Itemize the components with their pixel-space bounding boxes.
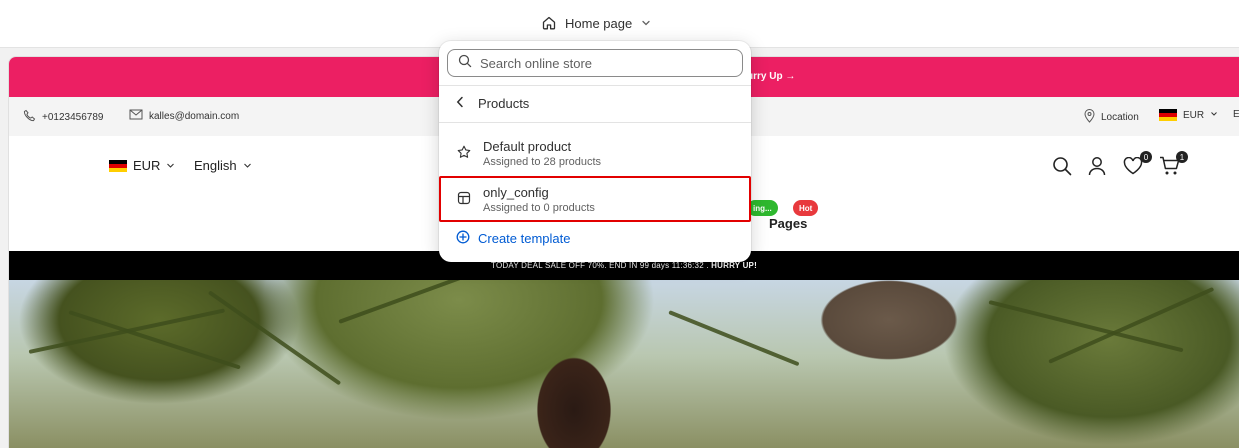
- divider: [439, 122, 751, 123]
- hot-badge: Hot: [793, 200, 819, 216]
- chevron-down-icon: [166, 158, 175, 173]
- location-pin-icon: [1084, 109, 1095, 126]
- nav-pages[interactable]: Pages: [769, 216, 807, 231]
- create-template-label: Create template: [478, 231, 571, 246]
- currency-selector[interactable]: EUR: [109, 158, 175, 173]
- search-input[interactable]: [480, 55, 720, 71]
- announcement-text: urry Up →: [747, 71, 796, 82]
- template-assigned: Assigned to 28 products: [483, 156, 602, 168]
- location-text: Location: [1101, 112, 1139, 123]
- back-label: Products: [478, 96, 530, 111]
- location-item[interactable]: Location: [1084, 109, 1139, 126]
- mail-icon: [129, 109, 143, 123]
- template-item-default-product[interactable]: Default product Assigned to 28 products: [443, 132, 747, 176]
- phone-text: +0123456789: [42, 111, 104, 123]
- phone-icon: [23, 109, 36, 125]
- wishlist-count: 0: [1140, 151, 1152, 163]
- email-text: kalles@domain.com: [149, 110, 240, 122]
- search-icon[interactable]: [1052, 156, 1072, 181]
- store-search-box[interactable]: [447, 49, 743, 77]
- currency-top-text: EUR: [1183, 109, 1205, 121]
- sale-badge: ing...: [747, 200, 778, 216]
- page-selector[interactable]: Home page: [541, 12, 652, 34]
- account-icon[interactable]: [1088, 156, 1106, 181]
- chevron-down-icon: [1210, 110, 1218, 121]
- template-name: only_config: [483, 185, 549, 200]
- back-to-products[interactable]: Products: [439, 85, 751, 122]
- page-selector-label: Home page: [565, 15, 633, 31]
- template-layout-icon: [457, 191, 471, 210]
- language-selector[interactable]: English: [194, 158, 252, 173]
- language-top-selector[interactable]: E: [1233, 109, 1239, 120]
- plus-circle-icon: [456, 230, 470, 247]
- hero-image: [9, 280, 1239, 448]
- create-template-button[interactable]: Create template: [456, 230, 571, 247]
- currency-text: EUR: [133, 158, 161, 173]
- chevron-left-icon: [456, 96, 464, 111]
- wishlist-heart-icon[interactable]: [1123, 156, 1143, 180]
- language-text: English: [194, 158, 237, 173]
- nav-pages-label: Pages: [769, 216, 808, 231]
- deal-cta: HURRY UP!: [711, 261, 757, 270]
- home-icon: [541, 15, 557, 31]
- template-popover: Products Default product Assigned to 28 …: [439, 41, 751, 262]
- german-flag-icon: [109, 159, 127, 172]
- template-item-only-config[interactable]: only_config Assigned to 0 products: [443, 178, 747, 222]
- template-assigned: Assigned to 0 products: [483, 202, 595, 214]
- star-icon: [457, 145, 471, 164]
- german-flag-icon: [1159, 109, 1177, 121]
- phone-item[interactable]: +0123456789: [23, 109, 103, 125]
- currency-top-selector[interactable]: EUR: [1159, 109, 1218, 121]
- email-item[interactable]: kalles@domain.com: [129, 109, 239, 123]
- cart-count: 1: [1176, 151, 1188, 163]
- chevron-down-icon: [243, 158, 252, 173]
- chevron-down-icon: [640, 17, 652, 29]
- language-top-text: E: [1233, 109, 1239, 120]
- deal-text: TODAY DEAL SALE OFF 70%. END IN 99 days …: [491, 261, 709, 270]
- search-icon: [458, 54, 472, 73]
- template-name: Default product: [483, 139, 572, 154]
